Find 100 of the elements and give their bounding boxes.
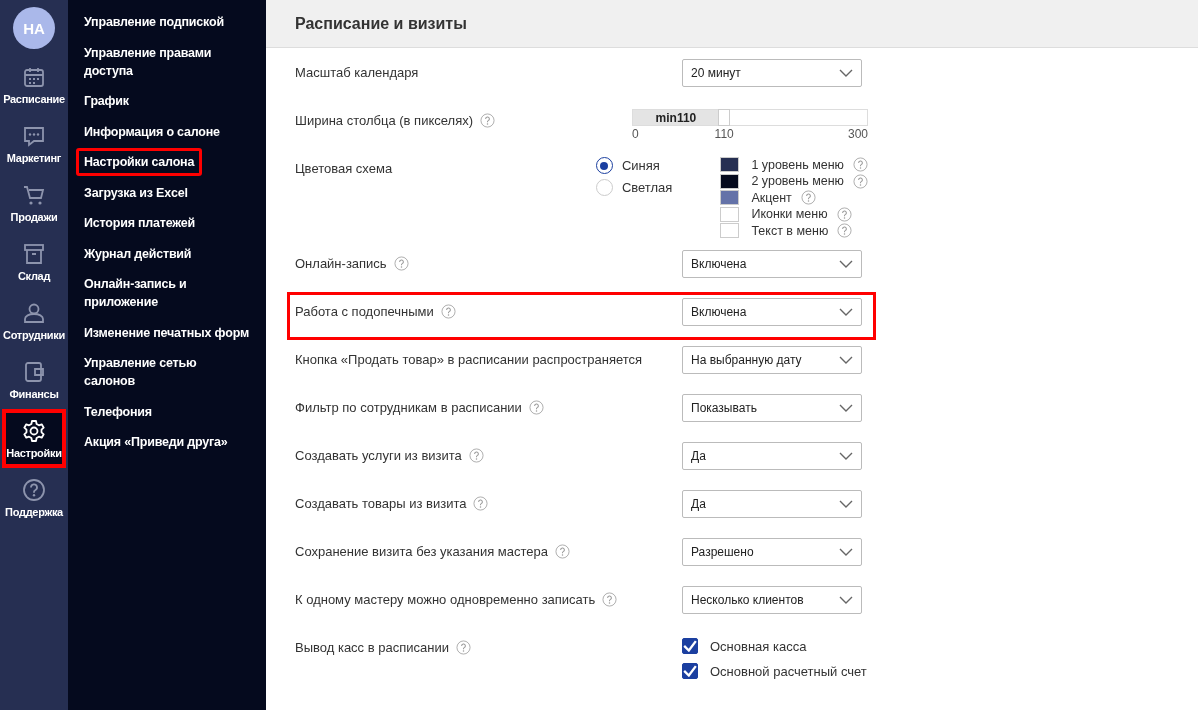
- setting-label: Масштаб календаря: [295, 65, 419, 80]
- chevron-icon: [839, 404, 853, 412]
- checkbox[interactable]: [682, 663, 698, 679]
- section-title: Расписание и визиты: [295, 14, 467, 33]
- dropdown-value: Да: [691, 497, 706, 511]
- setting-label: Вывод касс в расписании: [295, 640, 449, 655]
- dropdown-value: Несколько клиентов: [691, 593, 804, 607]
- dropdown-value: Включена: [691, 305, 747, 319]
- setting-label: Фильтр по сотрудникам в расписании: [295, 400, 522, 415]
- submenu-item[interactable]: Информация о салоне: [76, 117, 228, 146]
- chevron-icon: [839, 548, 853, 556]
- help-icon[interactable]: [836, 206, 852, 222]
- submenu-item[interactable]: История платежей: [76, 209, 204, 237]
- setting-label: Цветовая схема: [295, 161, 393, 176]
- chevron-icon: [839, 596, 853, 604]
- radio-label: Синяя: [621, 158, 660, 173]
- color-swatch[interactable]: [720, 173, 740, 189]
- dropdown-value: Да: [691, 449, 706, 463]
- submenu-item[interactable]: Управление подпиской: [76, 8, 232, 36]
- help-icon[interactable]: [393, 256, 409, 271]
- setting-label: Работа с подопечными: [295, 304, 434, 319]
- dropdown[interactable]: Включена: [682, 298, 862, 326]
- nav-item[interactable]: Финансы: [2, 350, 66, 409]
- submenu-item[interactable]: Управление правами доступа: [76, 38, 258, 85]
- help-icon[interactable]: [440, 304, 456, 319]
- swatch-label: 2 уровень меню: [751, 174, 844, 188]
- color-swatch[interactable]: [720, 223, 740, 238]
- dropdown-value: На выбранную дату: [691, 353, 802, 367]
- swatch-label: Текст в меню: [751, 223, 829, 238]
- submenu-item[interactable]: Загрузка из Excel: [76, 178, 196, 207]
- swatch-label: Иконки меню: [751, 207, 828, 221]
- tick-label: 0: [632, 127, 639, 141]
- help-icon[interactable]: [800, 190, 816, 205]
- check-icon: [683, 665, 697, 677]
- submenu-item[interactable]: Журнал действий: [76, 239, 200, 268]
- chevron-icon: [839, 69, 853, 77]
- submenu-item[interactable]: Онлайн-запись и приложение: [76, 270, 258, 316]
- help-icon[interactable]: [528, 400, 544, 415]
- nav-item[interactable]: Расписание: [2, 55, 66, 114]
- dropdown[interactable]: Да: [682, 490, 862, 518]
- help-icon[interactable]: [837, 223, 853, 238]
- dropdown[interactable]: Да: [682, 442, 862, 470]
- nav-item[interactable]: Настройки: [2, 409, 66, 468]
- submenu-item[interactable]: Изменение печатных форм: [76, 318, 257, 347]
- tick-label: 300: [847, 127, 868, 141]
- setting-label: Создавать товары из визита: [295, 496, 467, 511]
- setting-label: Ширина столбца (в пикселях): [295, 113, 473, 128]
- submenu-item[interactable]: Телефония: [76, 397, 160, 426]
- dropdown[interactable]: 20 минут: [682, 59, 862, 87]
- radio-button[interactable]: [595, 157, 613, 174]
- setting-label: Кнопка «Продать товар» в расписании распространяется: [295, 352, 643, 367]
- swatch-label: 1 уровень меню: [751, 157, 844, 172]
- help-icon[interactable]: [853, 157, 868, 172]
- radio-label: Светлая: [621, 180, 673, 195]
- dropdown[interactable]: Несколько клиентов: [682, 586, 862, 614]
- chevron-icon: [839, 260, 853, 268]
- dropdown[interactable]: Включена: [682, 250, 862, 278]
- slider-track[interactable]: min110: [632, 109, 868, 126]
- nav-item[interactable]: Маркетинг: [2, 114, 66, 173]
- help-icon[interactable]: [555, 544, 570, 559]
- dropdown-value: Показывать: [691, 401, 757, 415]
- wallet-icon: [22, 359, 46, 384]
- nav-item[interactable]: Продажи: [2, 173, 66, 232]
- nav-item[interactable]: Сотрудники: [2, 291, 66, 350]
- chevron-icon: [839, 452, 853, 460]
- help-icon[interactable]: [473, 496, 489, 511]
- setting-label: Создавать услуги из визита: [295, 448, 462, 463]
- checkbox-label: Основной расчетный счет: [710, 663, 867, 679]
- box-icon: [22, 241, 46, 266]
- dropdown[interactable]: На выбранную дату: [682, 346, 862, 374]
- help-icon[interactable]: [480, 113, 495, 128]
- help-icon[interactable]: [853, 173, 868, 189]
- color-swatch[interactable]: [720, 157, 740, 172]
- submenu-item[interactable]: Настройки салона: [76, 148, 203, 176]
- dropdown-value: 20 минут: [691, 66, 741, 80]
- dropdown[interactable]: Показывать: [682, 394, 862, 422]
- checkbox-label: Основная касса: [710, 638, 807, 654]
- color-swatch[interactable]: [720, 206, 740, 222]
- nav-item[interactable]: Поддержка: [2, 468, 66, 527]
- setting-label: Сохранение визита без указания мастера: [295, 544, 548, 559]
- chevron-icon: [839, 356, 853, 364]
- help-icon[interactable]: [455, 640, 471, 655]
- submenu-item[interactable]: Акция «Приведи друга»: [76, 428, 236, 456]
- submenu-item[interactable]: График: [76, 87, 137, 115]
- submenu-item[interactable]: Управление сетью салонов: [76, 349, 258, 395]
- check-icon: [683, 640, 697, 652]
- nav-item[interactable]: Склад: [2, 232, 66, 291]
- help-icon: [22, 477, 46, 502]
- slider-fill: min110: [633, 110, 719, 125]
- setting-label: К одному мастеру можно одновременно записать: [295, 592, 596, 607]
- dropdown-value: Разрешено: [691, 545, 754, 559]
- chevron-icon: [839, 308, 853, 316]
- checkbox[interactable]: [682, 638, 698, 654]
- tick-label: 110: [714, 127, 734, 141]
- dropdown-value: Включена: [691, 257, 747, 271]
- dropdown[interactable]: Разрешено: [682, 538, 862, 566]
- help-icon[interactable]: [602, 592, 618, 607]
- chevron-icon: [839, 500, 853, 508]
- color-swatch[interactable]: [720, 190, 740, 205]
- help-icon[interactable]: [468, 448, 484, 463]
